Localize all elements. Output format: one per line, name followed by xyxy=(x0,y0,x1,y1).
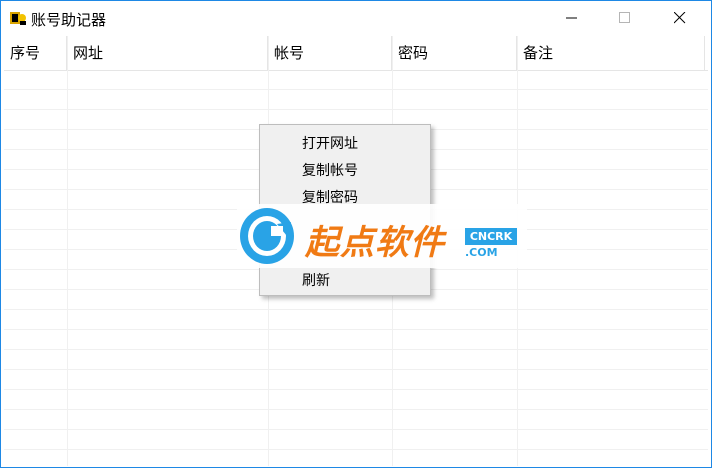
minimize-button[interactable] xyxy=(549,1,595,35)
maximize-button[interactable] xyxy=(602,1,648,35)
list-row[interactable] xyxy=(4,330,708,350)
app-icon xyxy=(9,9,27,27)
watermark-badge-bottom: .COM xyxy=(465,246,498,259)
watermark: 起点软件 CNCRK .COM xyxy=(237,204,527,268)
column-header-account[interactable]: 帐号 xyxy=(268,36,392,70)
column-header-url[interactable]: 网址 xyxy=(67,36,268,70)
watermark-badge-top: CNCRK xyxy=(465,228,517,245)
close-icon xyxy=(674,12,686,24)
column-header-password[interactable]: 密码 xyxy=(392,36,517,70)
close-button[interactable] xyxy=(657,1,703,35)
watermark-brand: 起点软件 xyxy=(305,223,445,263)
title-bar[interactable]: 账号助记器 xyxy=(1,1,711,35)
column-header-note[interactable]: 备注 xyxy=(517,36,705,70)
maximize-icon xyxy=(619,12,630,23)
window-title: 账号助记器 xyxy=(31,11,107,29)
menu-item-open-url[interactable]: 打开网址 xyxy=(302,133,358,153)
watermark-logo-icon xyxy=(240,208,294,264)
menu-item-refresh[interactable]: 刷新 xyxy=(302,270,330,290)
list-row[interactable] xyxy=(4,310,708,330)
minimize-icon xyxy=(566,17,577,19)
list-row[interactable] xyxy=(4,370,708,390)
list-header: 序号 网址 帐号 密码 备注 xyxy=(4,36,708,71)
list-row[interactable] xyxy=(4,350,708,370)
list-row[interactable] xyxy=(4,90,708,110)
menu-item-copy-account[interactable]: 复制帐号 xyxy=(302,160,358,180)
column-header-index[interactable]: 序号 xyxy=(4,36,67,70)
app-window: 账号助记器 序号 网址 帐号 密码 备注 打开网址 复制帐号 复制密码 刷新 起… xyxy=(0,0,712,468)
list-row[interactable] xyxy=(4,430,708,450)
list-row[interactable] xyxy=(4,410,708,430)
column-divider xyxy=(67,36,68,466)
list-row[interactable] xyxy=(4,70,708,90)
list-row[interactable] xyxy=(4,390,708,410)
